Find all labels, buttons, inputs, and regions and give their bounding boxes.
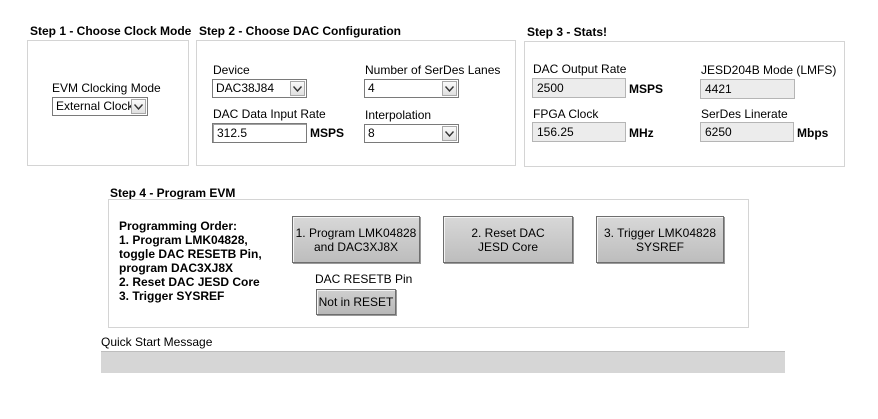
interp-select[interactable]: 8 — [364, 124, 459, 143]
rate-unit: MSPS — [310, 126, 345, 140]
quick-start-message — [101, 351, 785, 373]
rate-input[interactable]: 312.5 — [212, 123, 307, 143]
jesd-mode-label: JESD204B Mode (LMFS) — [701, 63, 837, 77]
interp-label: Interpolation — [365, 108, 432, 122]
device-value: DAC38J84 — [216, 81, 275, 95]
dac-output-unit: MSPS — [629, 82, 664, 96]
chevron-down-icon[interactable] — [131, 99, 146, 114]
lanes-select[interactable]: 4 — [364, 79, 459, 98]
step3-panel — [524, 41, 845, 167]
jesd-mode-value: 4421 — [700, 79, 795, 99]
chevron-down-icon[interactable] — [442, 126, 457, 141]
lanes-label: Number of SerDes Lanes — [365, 63, 501, 77]
step2-panel — [196, 40, 516, 166]
chevron-down-icon[interactable] — [290, 81, 305, 96]
trigger-sysref-button[interactable]: 3. Trigger LMK04828 SYSREF — [596, 216, 724, 263]
step3-title: Step 3 - Stats! — [527, 25, 608, 39]
device-select[interactable]: DAC38J84 — [212, 79, 307, 98]
clock-mode-select[interactable]: External Clock — [52, 97, 148, 116]
resetb-label: DAC RESETB Pin — [315, 272, 413, 286]
fpga-clock-value: 156.25 — [532, 122, 626, 142]
dac-output-value: 2500 — [532, 78, 626, 98]
resetb-status-button[interactable]: Not in RESET — [316, 289, 396, 315]
chevron-down-icon[interactable] — [442, 81, 457, 96]
interp-value: 8 — [368, 126, 375, 140]
serdes-unit: Mbps — [797, 126, 829, 140]
dac-output-label: DAC Output Rate — [533, 62, 627, 76]
fpga-clock-label: FPGA Clock — [533, 107, 599, 121]
quick-start-label: Quick Start Message — [101, 335, 213, 349]
rate-label: DAC Data Input Rate — [213, 107, 326, 121]
serdes-value: 6250 — [700, 122, 794, 142]
lanes-value: 4 — [368, 81, 375, 95]
step4-title: Step 4 - Program EVM — [110, 186, 236, 200]
step1-title: Step 1 - Choose Clock Mode — [30, 24, 192, 38]
device-label: Device — [213, 63, 250, 77]
programming-order: Programming Order: 1. Program LMK04828, … — [119, 219, 262, 303]
clock-mode-value: External Clock — [56, 99, 134, 113]
serdes-label: SerDes Linerate — [701, 107, 788, 121]
reset-dac-jesd-button[interactable]: 2. Reset DAC JESD Core — [443, 216, 573, 263]
program-lmk-button[interactable]: 1. Program LMK04828 and DAC3XJ8X — [292, 216, 420, 263]
clock-mode-label: EVM Clocking Mode — [52, 81, 161, 95]
step2-title: Step 2 - Choose DAC Configuration — [199, 24, 401, 38]
fpga-clock-unit: MHz — [629, 126, 654, 140]
